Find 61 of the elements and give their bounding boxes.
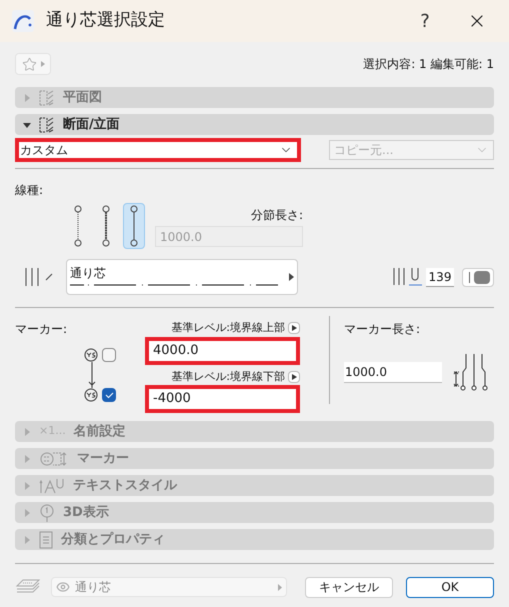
arrow-icon bbox=[88, 362, 96, 388]
top-level-label: 基準レベル:境界線上部 bbox=[171, 320, 285, 336]
dialog-button[interactable]: キャンセル bbox=[305, 576, 393, 598]
panel-title: 平面図 bbox=[63, 88, 102, 107]
dialog-button[interactable]: OK bbox=[406, 576, 494, 598]
pin-icon bbox=[39, 504, 55, 522]
caret-right-icon bbox=[292, 374, 296, 380]
input-field[interactable]: -4000 bbox=[145, 385, 300, 413]
line-style-option[interactable] bbox=[123, 203, 145, 249]
checkbox[interactable] bbox=[102, 388, 116, 402]
grid-marker-icon bbox=[84, 388, 98, 402]
panel-title: マーカー bbox=[77, 450, 129, 468]
color-swatch-button[interactable] bbox=[462, 268, 494, 286]
marker-length-field[interactable]: 1000.0 bbox=[344, 362, 442, 382]
bottom-level-label: 基準レベル:境界線下部 bbox=[171, 368, 285, 384]
help-button[interactable]: ? bbox=[405, 8, 445, 34]
caret-right-icon bbox=[289, 273, 294, 281]
caret-right-icon bbox=[40, 61, 44, 67]
star-icon bbox=[22, 56, 36, 72]
caret-right-icon bbox=[23, 454, 31, 462]
segment-length-label: 分節長さ: bbox=[250, 207, 303, 224]
caret-right-icon bbox=[23, 508, 31, 516]
line-style-icon bbox=[73, 205, 83, 247]
pen-number-field[interactable]: 139 bbox=[426, 268, 454, 286]
panel-title: 断面/立面 bbox=[63, 116, 120, 134]
window-title: 通り芯選択設定 bbox=[46, 9, 166, 32]
line-style-icon bbox=[101, 205, 111, 247]
caret-right-icon bbox=[292, 325, 296, 332]
panel-title: 分類とプロパティ bbox=[61, 530, 165, 549]
marker-icon bbox=[39, 450, 69, 466]
checkmark-icon bbox=[104, 392, 114, 398]
input-field[interactable]: 4000.0 bbox=[145, 336, 300, 364]
marker-label: マーカー: bbox=[15, 321, 68, 338]
line-type-selector[interactable]: 通り芯 bbox=[66, 259, 298, 295]
color-swatch bbox=[474, 270, 490, 284]
pen-icon bbox=[392, 267, 424, 287]
line-style-icon bbox=[129, 205, 139, 247]
selection-info: 選択内容: 1 編集可能: 1 bbox=[363, 56, 494, 73]
eye-icon bbox=[56, 580, 70, 594]
arrow-button[interactable] bbox=[288, 370, 300, 383]
preset-dropdown[interactable]: カスタム bbox=[15, 138, 301, 162]
caret-down-icon bbox=[23, 120, 31, 128]
hatched-panel-icon bbox=[39, 116, 55, 132]
caret-right-icon bbox=[278, 584, 282, 590]
marker-length-label: マーカー長さ: bbox=[344, 321, 422, 338]
panel-title: 名前設定 bbox=[74, 422, 126, 441]
caret-right-icon bbox=[23, 482, 31, 490]
text-style-icon bbox=[39, 476, 65, 494]
panel-title: 3D表示 bbox=[63, 504, 109, 522]
document-icon bbox=[39, 530, 53, 548]
caret-right-icon bbox=[23, 428, 31, 436]
panel-title: テキストスタイル bbox=[73, 476, 177, 495]
app-logo-icon bbox=[12, 10, 34, 32]
caret-right-icon bbox=[23, 536, 31, 544]
caret-right-icon bbox=[23, 94, 31, 102]
arrow-button[interactable] bbox=[288, 322, 300, 334]
grid-marker-icon bbox=[84, 348, 98, 362]
panel-header[interactable]: 断面/立面 bbox=[15, 114, 494, 135]
hatched-panel-icon bbox=[39, 90, 55, 106]
checkbox[interactable] bbox=[102, 348, 116, 362]
line-type-label: 線種: bbox=[15, 182, 44, 199]
